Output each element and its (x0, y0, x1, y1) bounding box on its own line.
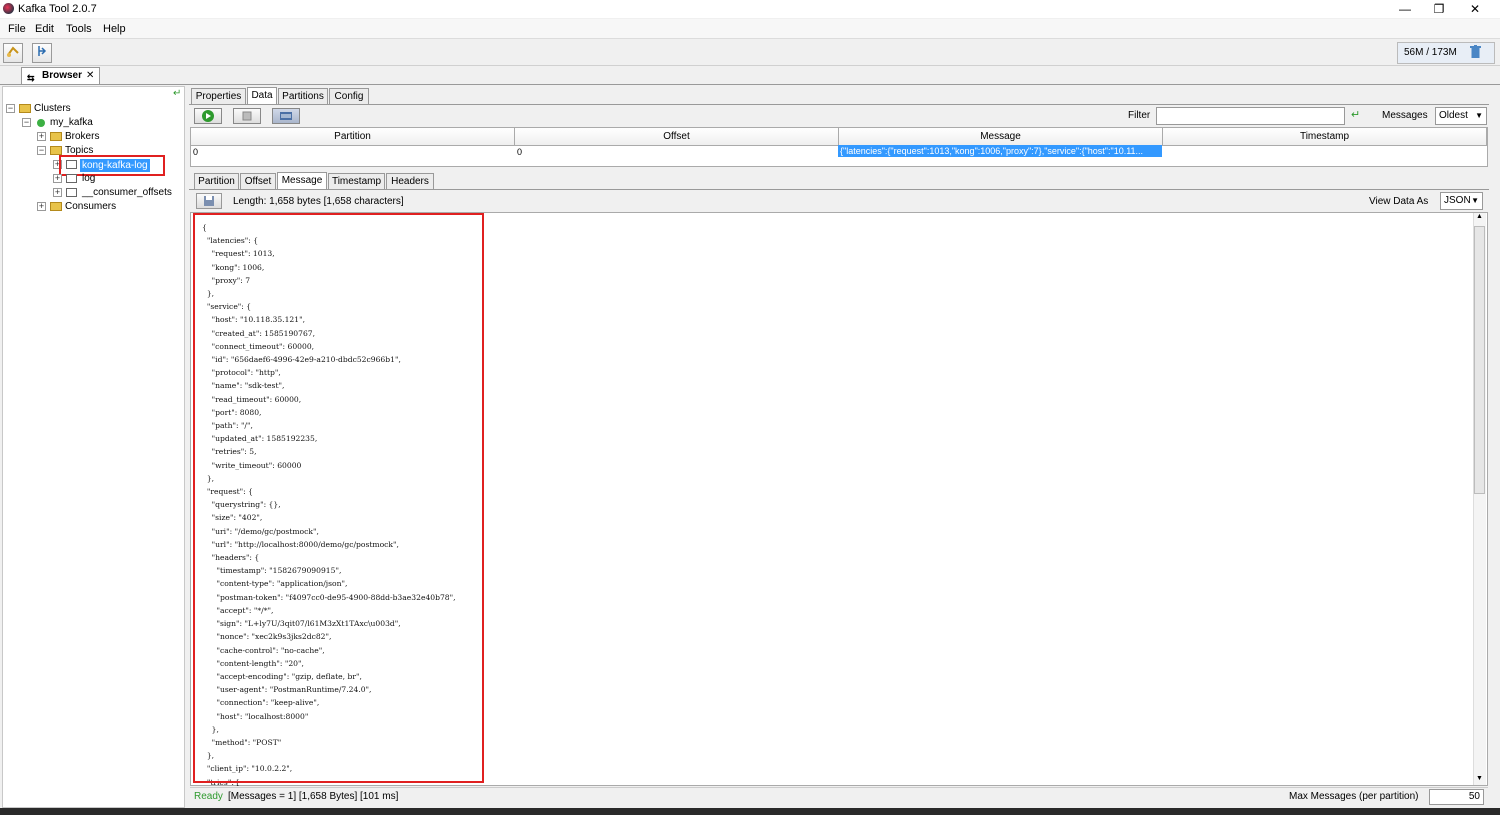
tab-properties[interactable]: Properties (191, 88, 246, 104)
refresh-button[interactable] (32, 43, 52, 63)
column-header-partition[interactable]: Partition (191, 128, 515, 146)
folder-icon (19, 104, 31, 113)
tab-separator (0, 84, 1500, 85)
apply-filter-icon[interactable]: ↵ (1351, 108, 1360, 121)
taskbar-strip (0, 808, 1500, 815)
tab-headers[interactable]: Headers (386, 173, 434, 189)
menu-help[interactable]: Help (103, 23, 126, 35)
column-header-offset[interactable]: Offset (515, 128, 839, 146)
minimize-button[interactable]: — (1388, 1, 1422, 17)
toolbar (0, 40, 1500, 66)
status-info: [Messages = 1] [1,658 Bytes] [101 ms] (228, 791, 399, 802)
folder-icon (50, 202, 62, 211)
close-window-button[interactable]: ✕ (1458, 1, 1492, 17)
connect-icon (7, 46, 19, 57)
tab-underline (189, 104, 1489, 105)
tree-clusters[interactable]: Clusters (34, 103, 71, 114)
view-data-as-label: View Data As (1369, 196, 1429, 207)
highlight-box (193, 213, 484, 783)
tab-partitions[interactable]: Partitions (278, 88, 328, 104)
tree-refresh-arrow-icon[interactable]: ↵ (173, 88, 181, 99)
expand-topic-icon[interactable]: + (53, 174, 62, 183)
chevron-down-icon: ▼ (1475, 111, 1483, 120)
tab-underline (189, 189, 1489, 190)
expand-consumers-icon[interactable]: + (37, 202, 46, 211)
browser-tab-label: Browser (42, 70, 83, 81)
topic-icon (66, 174, 77, 183)
expand-topic-icon[interactable]: + (53, 188, 62, 197)
save-message-button[interactable] (196, 193, 222, 209)
browser-tab[interactable]: ⇆ Browser ✕ (21, 67, 100, 85)
scrollbar-thumb[interactable] (1474, 226, 1485, 494)
cell-timestamp[interactable] (1164, 145, 1484, 157)
window-title: Kafka Tool 2.0.7 (18, 3, 97, 15)
tree-topic-log[interactable]: log (82, 173, 95, 184)
play-icon (202, 110, 214, 122)
cluster-status-icon (37, 119, 45, 127)
tab-data[interactable]: Data (247, 87, 277, 104)
column-header-timestamp[interactable]: Timestamp (1163, 128, 1487, 146)
stop-icon (242, 111, 252, 121)
max-messages-label: Max Messages (per partition) (1289, 791, 1419, 802)
tree-consumers[interactable]: Consumers (65, 201, 116, 212)
max-messages-input[interactable]: 50 (1429, 789, 1484, 805)
run-button[interactable] (194, 108, 222, 124)
add-cluster-button[interactable] (3, 43, 23, 63)
view-data-as-value: JSON (1444, 195, 1471, 206)
status-ready: Ready (194, 791, 223, 802)
tree-topic-consumer-offsets[interactable]: __consumer_offsets (82, 187, 172, 198)
expand-topics-icon[interactable]: − (37, 146, 46, 155)
restore-button[interactable]: ❐ (1422, 1, 1456, 17)
trash-icon[interactable] (1470, 45, 1481, 59)
folder-open-icon (50, 146, 62, 155)
messages-order-value: Oldest (1439, 110, 1468, 121)
table-view-icon (280, 112, 292, 120)
menu-bar: File Edit Tools Help (0, 19, 1500, 39)
close-tab-icon[interactable]: ✕ (86, 68, 94, 84)
scroll-down-icon[interactable]: ▼ (1476, 775, 1483, 782)
app-icon (3, 3, 14, 14)
menu-file[interactable]: File (8, 23, 26, 35)
tree-refresh-icon (38, 46, 47, 56)
expand-clusters-icon[interactable]: − (6, 104, 15, 113)
expand-brokers-icon[interactable]: + (37, 132, 46, 141)
filter-input[interactable] (1156, 107, 1345, 125)
filter-label: Filter (1128, 110, 1151, 121)
tab-offset[interactable]: Offset (240, 173, 276, 189)
save-icon (204, 196, 214, 206)
cell-offset[interactable]: 0 (515, 146, 839, 158)
tab-message[interactable]: Message (277, 172, 327, 189)
messages-order-select[interactable]: Oldest ▼ (1435, 107, 1487, 125)
folder-icon (50, 132, 62, 141)
messages-label: Messages (1382, 110, 1428, 121)
topic-icon (66, 188, 77, 197)
tab-timestamp[interactable]: Timestamp (328, 173, 385, 189)
cell-message[interactable]: {"latencies":{"request":1013,"kong":1006… (838, 145, 1162, 157)
view-button[interactable] (272, 108, 300, 124)
message-length: Length: 1,658 bytes [1,658 characters] (233, 196, 404, 207)
tree-cluster-my-kafka[interactable]: my_kafka (50, 117, 93, 128)
expand-cluster-icon[interactable]: − (22, 118, 31, 127)
tree-brokers[interactable]: Brokers (65, 131, 99, 142)
chevron-down-icon: ▼ (1471, 196, 1479, 205)
column-header-message[interactable]: Message (839, 128, 1163, 146)
title-bar: Kafka Tool 2.0.7 — ❐ ✕ (0, 0, 1500, 18)
menu-edit[interactable]: Edit (35, 23, 54, 35)
scroll-up-icon[interactable]: ▲ (1476, 213, 1483, 220)
tab-partition[interactable]: Partition (194, 173, 239, 189)
cell-partition[interactable]: 0 (191, 146, 515, 158)
tab-config[interactable]: Config (329, 88, 369, 104)
view-data-as-select[interactable]: JSON ▼ (1440, 192, 1483, 210)
menu-tools[interactable]: Tools (66, 23, 92, 35)
stop-button[interactable] (233, 108, 261, 124)
highlight-box (59, 155, 165, 176)
